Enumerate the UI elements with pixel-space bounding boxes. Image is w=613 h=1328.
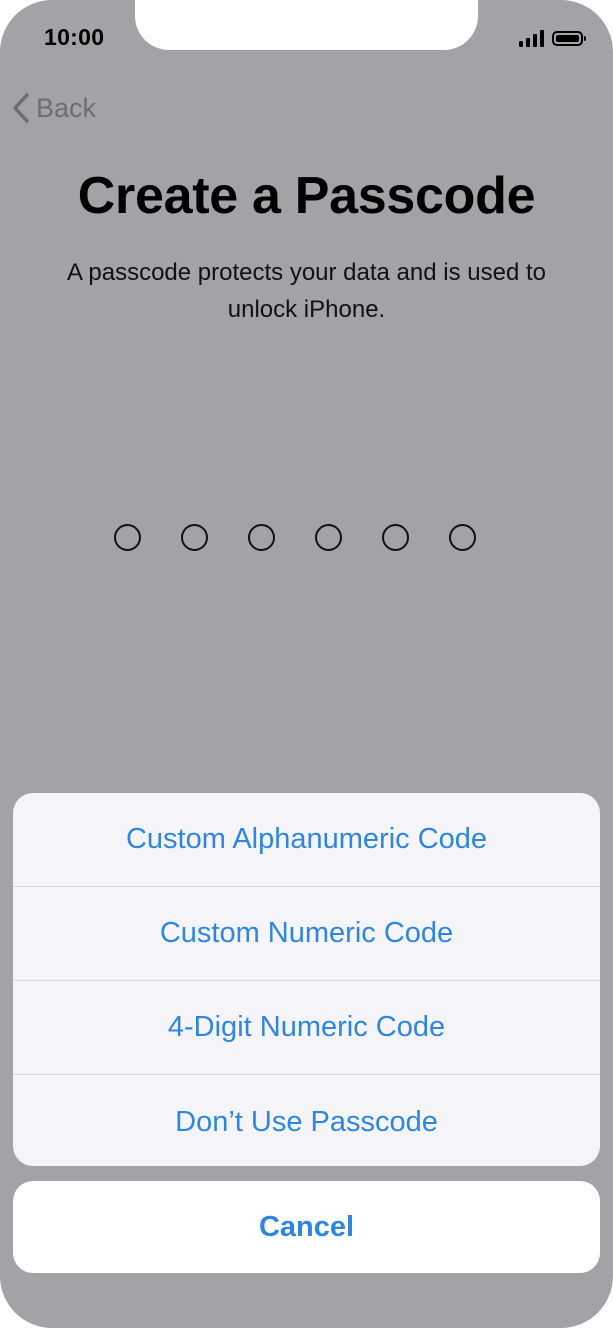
page-subtitle: A passcode protects your data and is use… — [67, 259, 546, 323]
passcode-dot — [315, 524, 342, 551]
page-title: Create a Passcode — [77, 167, 536, 225]
option-dont-use-passcode[interactable]: Don’t Use Passcode — [13, 1075, 600, 1166]
passcode-dot — [114, 524, 141, 551]
passcode-dot — [449, 524, 476, 551]
passcode-options-sheet: Custom Alphanumeric Code Custom Numeric … — [13, 793, 600, 1166]
status-indicators — [519, 27, 586, 49]
option-4-digit-numeric[interactable]: 4-Digit Numeric Code — [13, 981, 600, 1075]
battery-icon — [552, 30, 586, 46]
option-custom-numeric[interactable]: Custom Numeric Code — [13, 887, 600, 981]
option-custom-alphanumeric[interactable]: Custom Alphanumeric Code — [13, 793, 600, 887]
passcode-dot — [382, 524, 409, 551]
device-notch — [135, 0, 478, 50]
cancel-button[interactable]: Cancel — [13, 1181, 600, 1273]
phone-screen: 10:00 Back Create a Passcode A passcode … — [0, 0, 613, 1328]
cellular-signal-icon — [519, 29, 544, 47]
passcode-dot — [248, 524, 275, 551]
back-button[interactable]: Back — [12, 88, 96, 128]
passcode-dot — [181, 524, 208, 551]
passcode-dots — [114, 524, 476, 551]
back-label: Back — [36, 92, 97, 123]
status-time: 10:00 — [44, 24, 105, 50]
chevron-left-icon — [13, 93, 29, 123]
